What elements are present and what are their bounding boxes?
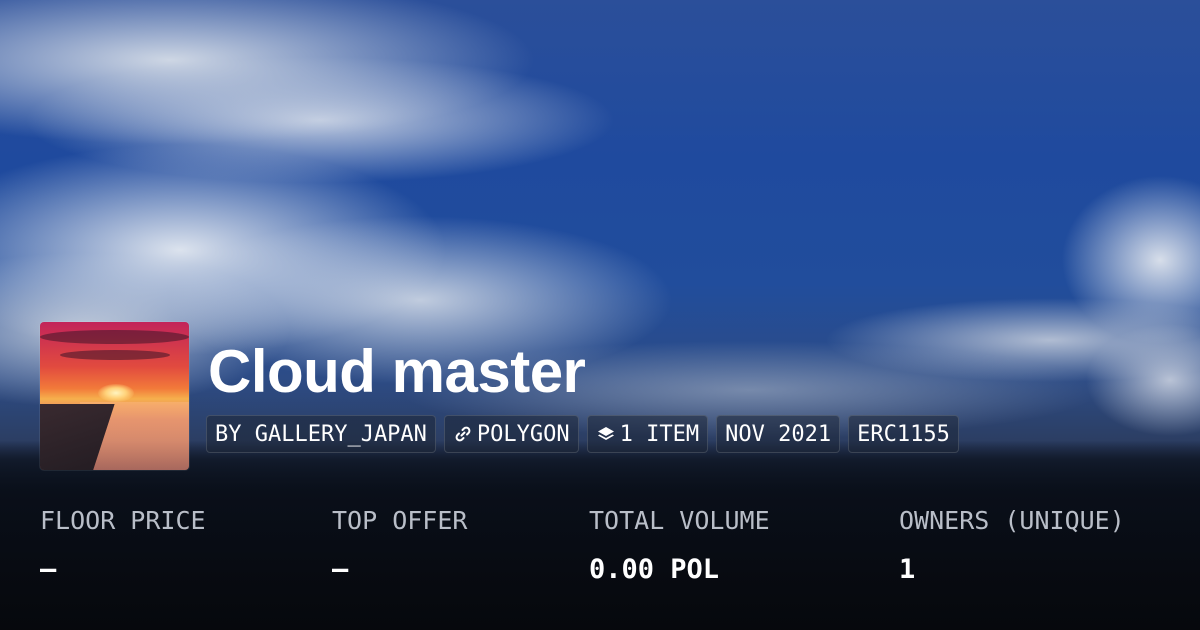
creator-tag: BY GALLERY_JAPAN <box>206 415 436 453</box>
stat-value: – <box>40 554 57 585</box>
stat-label: FLOOR PRICE <box>40 506 206 535</box>
collection-share-card: Cloud master BY GALLERY_JAPAN POLYGON 1 … <box>0 0 1200 630</box>
date-tag-label: NOV 2021 <box>725 421 832 447</box>
creator-tag-label: BY GALLERY_JAPAN <box>215 421 427 447</box>
collection-stats: FLOOR PRICE – TOP OFFER – TOTAL VOLUME 0… <box>0 500 1200 600</box>
stat-label: TOTAL VOLUME <box>589 506 770 535</box>
stat-floor-price: FLOOR PRICE – <box>40 500 206 598</box>
stat-label: TOP OFFER <box>332 506 468 535</box>
avatar-cloud-band <box>60 350 170 360</box>
stat-value: 1 <box>899 554 916 585</box>
collection-tags: BY GALLERY_JAPAN POLYGON 1 ITEM NOV 2021… <box>206 415 959 453</box>
stat-top-offer: TOP OFFER – <box>332 500 467 598</box>
chain-tag: POLYGON <box>443 415 579 453</box>
avatar-cloud-band <box>40 330 189 344</box>
standard-tag-label: ERC1155 <box>857 421 950 447</box>
stat-total-volume: TOTAL VOLUME 0.00 POL <box>589 500 770 598</box>
date-tag: NOV 2021 <box>716 415 841 453</box>
stat-owners: OWNERS (UNIQUE) 1 <box>899 500 1125 598</box>
stat-value: – <box>332 554 349 585</box>
link-icon <box>453 424 473 444</box>
stat-value: 0.00 POL <box>589 554 720 585</box>
standard-tag: ERC1155 <box>848 415 959 453</box>
avatar-sun <box>98 384 134 402</box>
layers-icon <box>596 424 616 444</box>
items-tag: 1 ITEM <box>586 415 709 453</box>
items-tag-label: 1 ITEM <box>619 421 700 447</box>
chain-tag-label: POLYGON <box>476 421 570 447</box>
stat-label: OWNERS (UNIQUE) <box>899 506 1125 535</box>
collection-title: Cloud master <box>208 338 586 405</box>
collection-avatar <box>40 322 189 470</box>
